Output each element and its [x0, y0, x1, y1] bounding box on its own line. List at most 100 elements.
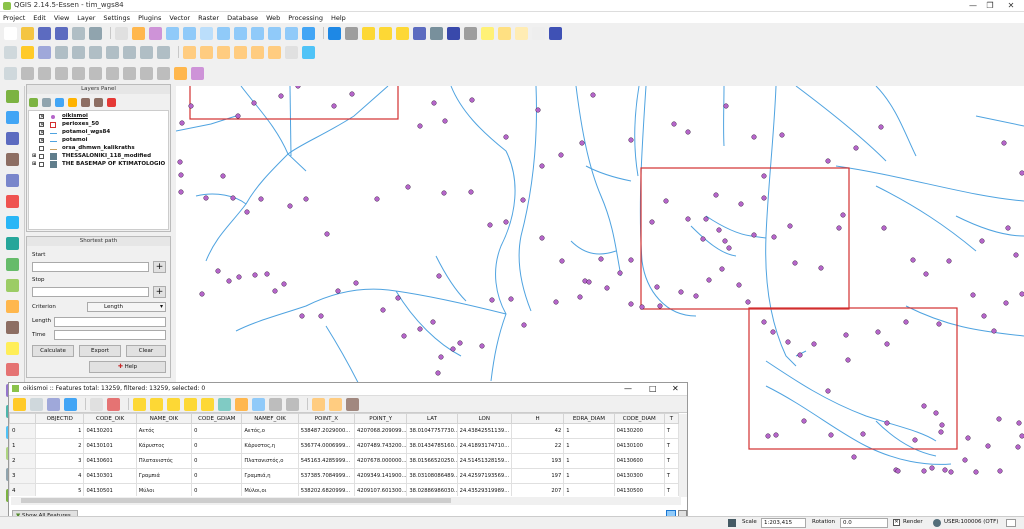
settlement-point[interactable]	[258, 196, 264, 202]
settlement-point[interactable]	[252, 272, 258, 278]
identify-icon[interactable]	[328, 26, 341, 40]
settlement-point[interactable]	[1001, 140, 1007, 146]
settlement-point[interactable]	[353, 280, 359, 286]
settlement-point[interactable]	[991, 328, 997, 334]
zoom-actual-icon[interactable]	[200, 26, 213, 40]
table-cell[interactable]: 0	[191, 453, 243, 469]
settlement-point[interactable]	[801, 418, 807, 424]
new-temp-layer-icon[interactable]	[6, 342, 19, 355]
label-icon[interactable]	[183, 45, 196, 59]
table-cell[interactable]: T	[663, 438, 679, 454]
settlement-point[interactable]	[431, 100, 437, 106]
restore-button[interactable]: ❐	[983, 1, 997, 11]
label-rotate-icon[interactable]	[251, 45, 264, 59]
settlement-point[interactable]	[203, 195, 209, 201]
stop-capture-button[interactable]: +	[153, 286, 166, 298]
table-cell[interactable]: 197	[510, 468, 565, 484]
row-header[interactable]: 2	[9, 453, 37, 469]
settlement-point[interactable]	[590, 92, 596, 98]
annotation-icon[interactable]	[515, 26, 528, 40]
save-project-icon[interactable]	[38, 26, 51, 40]
settlement-point[interactable]	[230, 195, 236, 201]
settlement-point[interactable]	[663, 198, 669, 204]
table-cell[interactable]: 04130200	[613, 423, 665, 439]
table-cell[interactable]: 38.01566520250...	[406, 453, 458, 469]
layer-checkbox[interactable]	[39, 154, 44, 159]
table-cell[interactable]: 207	[510, 483, 565, 496]
table-cell[interactable]: T	[663, 423, 679, 439]
attribute-table-icon[interactable]	[413, 26, 426, 40]
settlement-point[interactable]	[761, 319, 767, 325]
settlement-point[interactable]	[236, 274, 242, 280]
refresh-icon[interactable]	[302, 26, 315, 40]
menu-project[interactable]: Project	[3, 14, 25, 22]
column-header[interactable]: OBJECTID	[35, 413, 85, 424]
settlement-point[interactable]	[628, 257, 634, 263]
close-button[interactable]: ✕	[672, 384, 679, 393]
field-calculator-icon[interactable]	[346, 397, 359, 411]
table-cell[interactable]: 2	[35, 438, 85, 454]
table-cell[interactable]: 24.51451328159...	[456, 453, 512, 469]
minimize-button[interactable]: —	[624, 384, 632, 393]
settlement-point[interactable]	[973, 469, 979, 475]
table-cell[interactable]: 04130301	[83, 468, 137, 484]
help-button[interactable]: ✚ Help	[89, 361, 166, 373]
column-header[interactable]: POINT_X	[297, 413, 356, 424]
settlement-point[interactable]	[936, 321, 942, 327]
filter-expression-icon[interactable]	[68, 97, 77, 107]
expand-all-icon[interactable]	[81, 97, 90, 107]
settlement-point[interactable]	[997, 468, 1003, 474]
label-show-icon[interactable]	[217, 45, 230, 59]
toggle-edit-icon[interactable]	[21, 45, 34, 59]
settlement-point[interactable]	[324, 231, 330, 237]
settlement-point[interactable]	[761, 173, 767, 179]
settlement-point[interactable]	[349, 91, 355, 97]
menu-raster[interactable]: Raster	[198, 14, 219, 22]
settlement-point[interactable]	[1005, 225, 1011, 231]
settlement-point[interactable]	[1003, 300, 1009, 306]
rotate-feature-icon[interactable]	[55, 66, 68, 80]
new-spatialite-layer-icon[interactable]	[6, 321, 19, 334]
settlement-point[interactable]	[773, 432, 779, 438]
add-wms-icon[interactable]	[6, 216, 19, 229]
settlement-point[interactable]	[178, 189, 184, 195]
settlement-point[interactable]	[761, 195, 767, 201]
settlement-point[interactable]	[535, 107, 541, 113]
settlement-point[interactable]	[948, 469, 954, 475]
settlement-point[interactable]	[979, 238, 985, 244]
settlement-point[interactable]	[693, 293, 699, 299]
settlement-point[interactable]	[719, 266, 725, 272]
crs-globe-icon[interactable]	[933, 519, 941, 527]
table-cell[interactable]: 42	[510, 423, 565, 439]
row-header[interactable]: 4	[9, 483, 37, 496]
settlement-point[interactable]	[736, 282, 742, 288]
table-cell[interactable]: 24.41893174710...	[456, 438, 512, 454]
settlement-point[interactable]	[910, 257, 916, 263]
settlement-point[interactable]	[770, 329, 776, 335]
add-part-icon[interactable]	[106, 66, 119, 80]
select-all-icon[interactable]	[150, 397, 163, 411]
settlement-point[interactable]	[577, 294, 583, 300]
add-wcs-icon[interactable]	[6, 237, 19, 250]
horizontal-scrollbar[interactable]	[11, 497, 681, 505]
settlement-point[interactable]	[981, 313, 987, 319]
zoom-full-icon[interactable]	[217, 26, 230, 40]
settlement-point[interactable]	[912, 437, 918, 443]
settlement-point[interactable]	[1015, 444, 1021, 450]
save-as-icon[interactable]	[55, 26, 68, 40]
new-field-icon[interactable]	[312, 397, 325, 411]
zoom-last-icon[interactable]	[268, 26, 281, 40]
table-cell[interactable]: 1	[35, 423, 85, 439]
settlement-point[interactable]	[840, 212, 846, 218]
menu-view[interactable]: View	[54, 14, 69, 22]
settlement-point[interactable]	[878, 124, 884, 130]
copy-icon[interactable]	[140, 45, 153, 59]
table-cell[interactable]: 0	[191, 468, 243, 484]
settlement-point[interactable]	[1019, 433, 1024, 439]
table-cell[interactable]: 4209107.601300...	[354, 483, 408, 496]
settlement-point[interactable]	[884, 341, 890, 347]
table-cell[interactable]: 38.02886986030...	[406, 483, 458, 496]
save-edits-icon[interactable]	[47, 397, 60, 411]
table-cell[interactable]: Κάρυστος	[135, 438, 193, 454]
table-cell[interactable]: Μύλοι,οι	[241, 483, 299, 496]
